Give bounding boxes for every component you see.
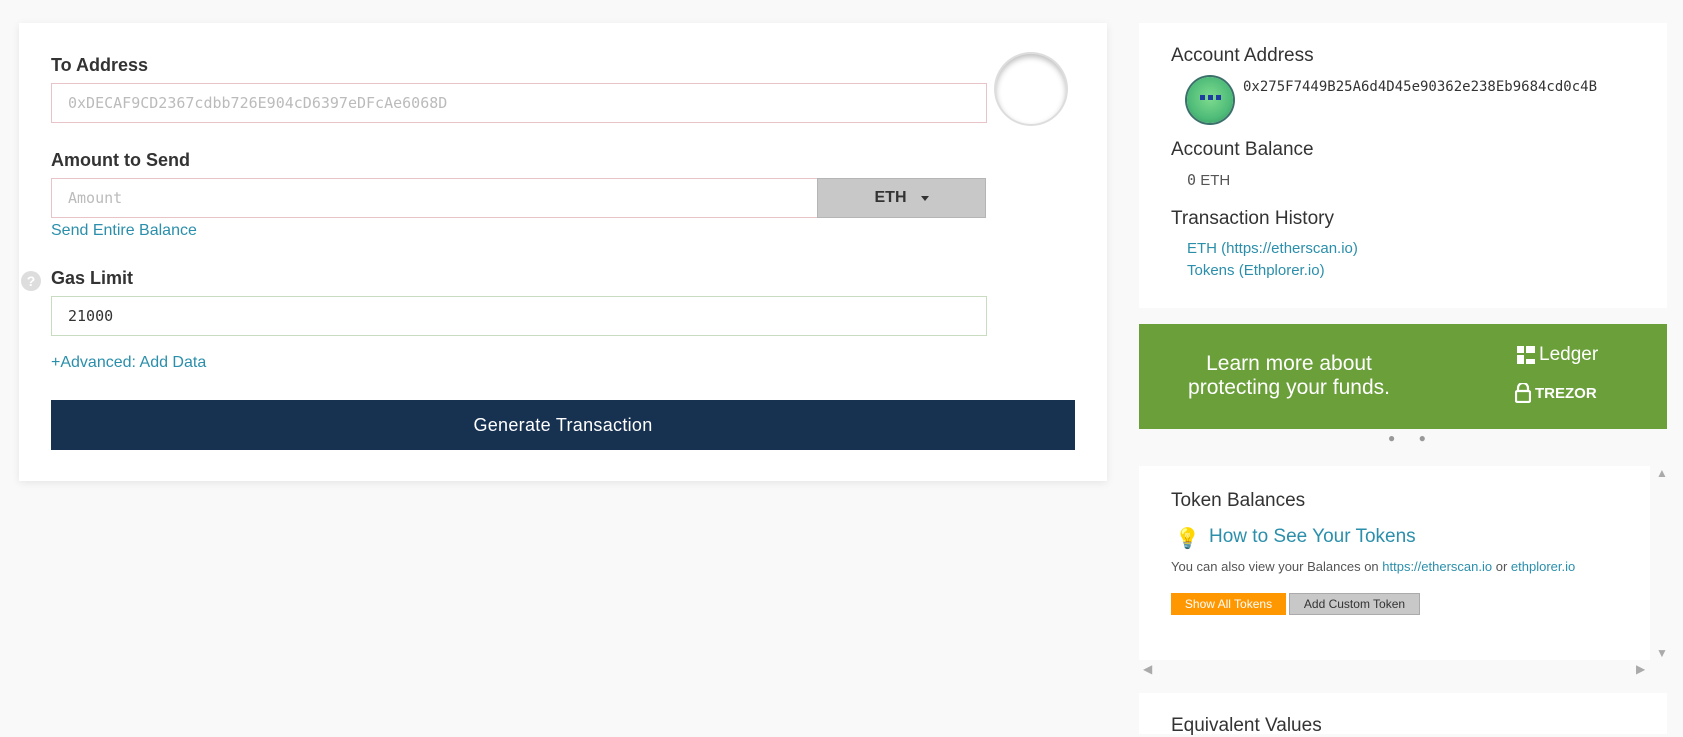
- to-address-label: To Address: [51, 55, 149, 75]
- account-balance-value: 0 ETH: [1187, 171, 1230, 189]
- gas-limit-value: 21000: [68, 307, 114, 325]
- balance-amount: 0: [1187, 171, 1197, 189]
- ledger-label: Ledger: [1539, 344, 1599, 365]
- trezor-label: TREZOR: [1535, 384, 1597, 402]
- amount-label: Amount to Send: [51, 150, 190, 170]
- account-identicon: [1187, 77, 1233, 123]
- view-balances-text: You can also view your Balances on https…: [1171, 559, 1575, 574]
- send-transaction-card: To Address 0xDECAF9CD2367cdbb726E904cD63…: [19, 23, 1107, 481]
- account-address-value: 0x275F7449B25A6d4D45e90362e238Eb9684cd0c…: [1243, 79, 1598, 95]
- token-balances-title: Token Balances: [1171, 490, 1306, 511]
- hardware-wallet-promo[interactable]: Learn more about protecting your funds. …: [1139, 324, 1667, 429]
- send-entire-balance-link[interactable]: Send Entire Balance: [51, 222, 197, 240]
- account-balance-title: Account Balance: [1171, 139, 1314, 160]
- unit-dropdown[interactable]: ETH: [817, 178, 986, 218]
- scroll-up-arrow[interactable]: ▲: [1656, 466, 1668, 480]
- chevron-down-icon: [920, 195, 929, 201]
- scroll-down-arrow[interactable]: ▼: [1656, 646, 1668, 660]
- promo-text: Learn more about protecting your funds.: [1188, 352, 1390, 399]
- advanced-add-data-link[interactable]: +Advanced: Add Data: [51, 354, 206, 372]
- recipient-identicon: [996, 54, 1066, 124]
- how-to-see-tokens-link[interactable]: How to See Your Tokens: [1209, 526, 1416, 548]
- view-balances-prefix: You can also view your Balances on: [1171, 559, 1383, 574]
- or-text: or: [1492, 559, 1511, 574]
- transaction-history-title: Transaction History: [1171, 208, 1334, 229]
- identicon-pixel: [1216, 95, 1221, 100]
- to-address-input[interactable]: 0xDECAF9CD2367cdbb726E904cD6397eDFcAe606…: [51, 83, 987, 123]
- ethplorer-link[interactable]: ethplorer.io: [1511, 559, 1575, 574]
- question-circle-icon[interactable]: ?: [21, 271, 41, 291]
- generate-transaction-button[interactable]: Generate Transaction: [51, 400, 1075, 450]
- carousel-dots[interactable]: ● ●: [1388, 431, 1436, 445]
- token-balances-card: Token Balances 💡 How to See Your Tokens …: [1139, 466, 1650, 660]
- identicon-pixel: [1208, 95, 1213, 100]
- scroll-right-arrow[interactable]: ▶: [1636, 662, 1645, 676]
- etherscan-link[interactable]: https://etherscan.io: [1382, 559, 1492, 574]
- trezor-logo: TREZOR: [1515, 383, 1597, 403]
- scroll-left-arrow[interactable]: ◀: [1143, 662, 1152, 676]
- account-address-title: Account Address: [1171, 45, 1314, 66]
- lightbulb-icon: 💡: [1175, 528, 1200, 550]
- amount-input[interactable]: Amount: [51, 178, 818, 218]
- add-custom-token-button[interactable]: Add Custom Token: [1289, 593, 1420, 615]
- to-address-placeholder: 0xDECAF9CD2367cdbb726E904cD6397eDFcAe606…: [68, 94, 448, 112]
- ethplorer-history-link[interactable]: Tokens (Ethplorer.io): [1187, 262, 1325, 279]
- unit-selected: ETH: [874, 189, 907, 206]
- amount-placeholder: Amount: [68, 189, 123, 207]
- ledger-logo: Ledger: [1517, 344, 1598, 366]
- show-all-tokens-button[interactable]: Show All Tokens: [1171, 593, 1286, 615]
- equivalent-values-card: Equivalent Values: [1139, 693, 1667, 736]
- account-card: Account Address 0x275F7449B25A6d4D45e903…: [1139, 23, 1667, 308]
- identicon-pixel: [1200, 95, 1205, 100]
- gas-limit-input[interactable]: 21000: [51, 296, 987, 336]
- gas-limit-label: Gas Limit: [51, 268, 134, 288]
- balance-unit: ETH: [1200, 172, 1231, 189]
- etherscan-history-link[interactable]: ETH (https://etherscan.io): [1187, 240, 1358, 257]
